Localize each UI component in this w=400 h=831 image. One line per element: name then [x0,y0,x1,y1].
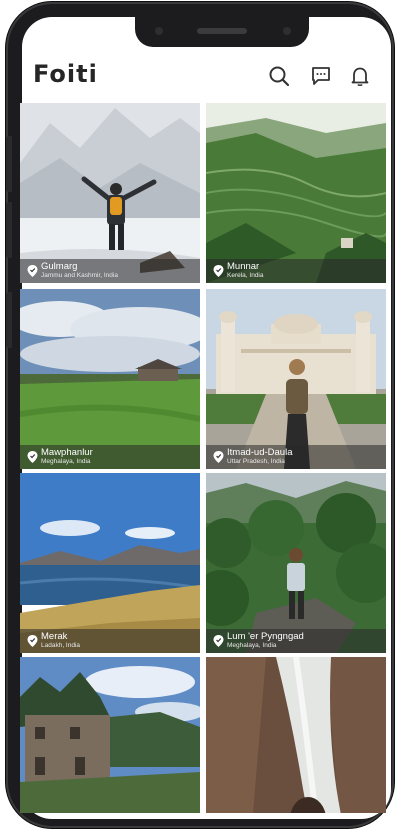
place-photo [20,473,200,653]
chat-icon[interactable] [308,63,334,89]
volume-up-button [6,136,12,192]
place-photo [20,289,200,469]
app-logo[interactable]: Foiti [33,60,98,88]
place-region: Meghalaya, India [41,458,91,465]
place-card-8[interactable] [206,657,386,813]
place-photo [20,103,200,283]
place-name: Lum 'er Pyngngad [227,631,304,642]
place-name: Itmad-ud-Daula [227,447,293,458]
place-region: Meghalaya, India [227,642,277,649]
location-pin-icon [27,265,38,277]
location-pin-icon [213,451,224,463]
place-region: Ladakh, India [41,642,81,649]
place-photo [20,657,200,813]
place-card-lum-er-pyngngad[interactable]: Lum 'er Pyngngad Meghalaya, India [206,473,386,653]
bell-icon[interactable] [347,63,373,89]
location-pin-icon [213,265,224,277]
place-region: Kerela, India [227,272,264,279]
power-button [6,292,12,348]
place-photo [206,103,386,283]
place-caption: Merak Ladakh, India [20,629,200,653]
place-name: Munnar [227,261,260,272]
place-region: Jammu and Kashmir, India [41,272,118,279]
place-card-itmad-ud-daula[interactable]: Itmad-ud-Daula Uttar Pradesh, India [206,289,386,469]
notch [135,17,309,47]
volume-down-button [6,202,12,258]
place-caption: Gulmarg Jammu and Kashmir, India [20,259,200,283]
place-card-merak[interactable]: Merak Ladakh, India [20,473,200,653]
camera-icon [155,27,163,35]
place-name: Merak [41,631,68,642]
speaker [197,28,247,34]
place-region: Uttar Pradesh, India [227,458,285,465]
place-photo [206,473,386,653]
location-pin-icon [213,635,224,647]
place-name: Mawphanlur [41,447,93,458]
place-photo [206,289,386,469]
place-card-7[interactable] [20,657,200,813]
place-caption: Itmad-ud-Daula Uttar Pradesh, India [206,445,386,469]
place-card-munnar[interactable]: Munnar Kerela, India [206,103,386,283]
location-pin-icon [27,451,38,463]
place-caption: Lum 'er Pyngngad Meghalaya, India [206,629,386,653]
place-caption: Munnar Kerela, India [206,259,386,283]
place-photo [206,657,386,813]
search-icon[interactable] [266,63,292,89]
place-card-mawphanlur[interactable]: Mawphanlur Meghalaya, India [20,289,200,469]
place-name: Gulmarg [41,261,78,272]
place-card-gulmarg[interactable]: Gulmarg Jammu and Kashmir, India [20,103,200,283]
location-pin-icon [27,635,38,647]
place-caption: Mawphanlur Meghalaya, India [20,445,200,469]
sensor-icon [283,27,291,35]
